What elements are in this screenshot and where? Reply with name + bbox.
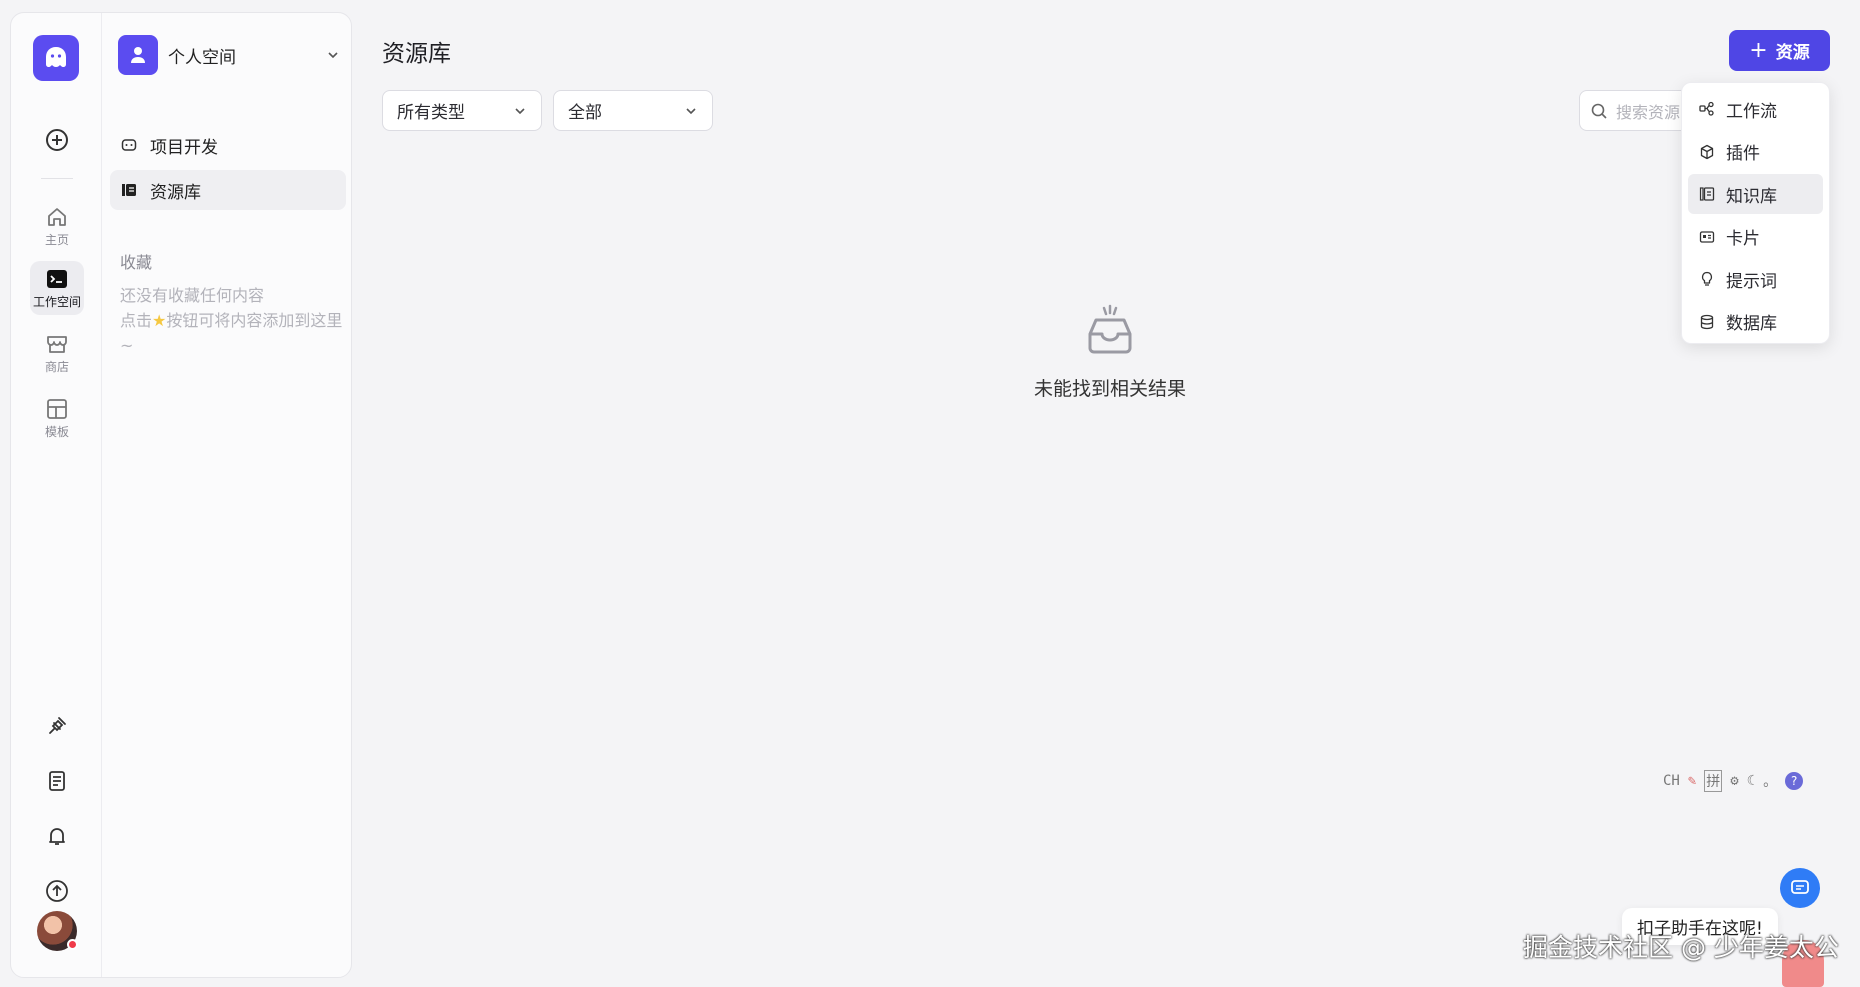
menu-item-label: 工作流 <box>1726 101 1777 122</box>
empty-state: 未能找到相关结果 <box>1010 304 1210 401</box>
menu-item-prompt[interactable]: 提示词 <box>1688 259 1823 299</box>
ime-punct-icon[interactable]: 。 <box>1763 771 1777 791</box>
watermark: 掘金技术社区 @ 少年姜太公 <box>1523 933 1839 962</box>
rail-templates-label: 模板 <box>44 424 69 439</box>
chevron-down-icon <box>328 52 338 59</box>
resource-type-menu: 工作流 插件 知识库 卡片 提示词 数据库 <box>1681 82 1830 344</box>
empty-state-text: 未能找到相关结果 <box>1033 378 1186 400</box>
rail-templates[interactable]: 模板 <box>30 391 84 445</box>
database-icon <box>1698 313 1716 331</box>
ime-pinyin[interactable]: 拼 <box>1704 770 1723 792</box>
search-placeholder: 搜索资源 <box>1616 102 1681 122</box>
terminal-icon <box>47 269 67 288</box>
favorites-empty-line1: 还没有收藏任何内容 <box>120 286 265 305</box>
person-icon <box>131 47 145 63</box>
plugin-link-icon[interactable] <box>40 709 74 743</box>
prompt-icon <box>1698 270 1716 288</box>
type-filter-select[interactable]: 所有类型 <box>382 90 542 131</box>
notification-dot <box>67 939 78 950</box>
chat-assistant-button[interactable] <box>1780 868 1820 908</box>
plus-icon: + <box>1749 37 1768 63</box>
ime-moon-icon[interactable]: ☾ <box>1747 773 1755 789</box>
add-resource-label: 资源 <box>1775 43 1810 63</box>
sidebar-item-label: 资源库 <box>150 182 201 203</box>
rail-workspace[interactable]: 工作空间 <box>30 261 84 315</box>
menu-item-knowledge[interactable]: 知识库 <box>1688 174 1823 214</box>
menu-item-label: 插件 <box>1726 144 1760 164</box>
menu-item-label: 数据库 <box>1726 314 1777 334</box>
plugin-icon <box>1698 143 1716 161</box>
menu-item-card[interactable]: 卡片 <box>1688 217 1823 257</box>
star-icon: ★ <box>152 311 167 330</box>
rail-workspace-label: 工作空间 <box>32 294 81 309</box>
menu-item-label: 知识库 <box>1726 186 1777 207</box>
knowledge-icon <box>1698 185 1716 203</box>
document-icon[interactable] <box>40 764 74 798</box>
ime-pen-icon[interactable]: ✎ <box>1688 773 1696 789</box>
bell-icon[interactable] <box>40 819 74 853</box>
home-icon <box>48 207 66 226</box>
upload-icon[interactable] <box>40 874 74 908</box>
rail-store[interactable]: 商店 <box>30 326 84 380</box>
ime-settings-icon[interactable]: ⚙ <box>1730 773 1738 789</box>
menu-item-label: 卡片 <box>1726 229 1760 249</box>
workflow-icon <box>1698 100 1716 118</box>
menu-item-database[interactable]: 数据库 <box>1688 302 1823 342</box>
chat-icon <box>1791 880 1809 894</box>
favorites-empty-line2: 点击★按钮可将内容添加到这里~ <box>120 308 345 358</box>
app-shell: 主页 工作空间 商店 模板 个人空间 项目开发 资源库 收藏 还没有收藏任何内容… <box>10 12 352 978</box>
chevron-down-icon <box>686 107 696 114</box>
ime-mode[interactable]: CH <box>1663 773 1680 789</box>
empty-inbox-icon <box>1088 304 1132 354</box>
favorites-empty: 还没有收藏任何内容 点击★按钮可将内容添加到这里~ <box>120 283 345 358</box>
search-icon <box>1591 103 1607 119</box>
page-title: 资源库 <box>382 41 451 67</box>
template-icon <box>47 398 67 419</box>
add-resource-button[interactable]: + 资源 <box>1729 30 1830 71</box>
logo-icon <box>46 47 66 67</box>
sidebar-item-library[interactable]: 资源库 <box>110 170 346 210</box>
menu-item-label: 提示词 <box>1726 271 1777 292</box>
favorites-hint-pre: 点击 <box>120 311 153 330</box>
favorites-title: 收藏 <box>120 253 153 272</box>
sidebar-item-label: 项目开发 <box>150 137 218 158</box>
user-avatar[interactable] <box>37 911 78 951</box>
scope-filter-value: 全部 <box>568 103 602 123</box>
app-logo[interactable] <box>33 35 79 81</box>
scope-filter-select[interactable]: 全部 <box>553 90 713 131</box>
library-icon <box>120 181 138 199</box>
space-avatar <box>118 35 158 75</box>
left-rail: 主页 工作空间 商店 模板 <box>11 13 102 977</box>
workspace-sidebar: 个人空间 项目开发 资源库 收藏 还没有收藏任何内容 点击★按钮可将内容添加到这… <box>102 13 351 977</box>
space-selector[interactable]: 个人空间 <box>118 33 340 77</box>
chevron-down-icon <box>515 107 525 114</box>
rail-store-label: 商店 <box>44 359 69 374</box>
menu-item-plugin[interactable]: 插件 <box>1688 132 1823 172</box>
space-name: 个人空间 <box>168 47 236 68</box>
type-filter-value: 所有类型 <box>397 103 465 123</box>
rail-home[interactable]: 主页 <box>30 199 84 253</box>
create-icon[interactable] <box>40 123 74 157</box>
sidebar-item-projects[interactable]: 项目开发 <box>110 125 346 165</box>
card-icon <box>1698 228 1716 246</box>
store-icon <box>47 335 67 353</box>
ime-toolbar: CH ✎ 拼 ⚙ ☾ 。 ? <box>1663 768 1804 794</box>
help-icon[interactable]: ? <box>1785 772 1804 790</box>
rail-home-label: 主页 <box>44 232 69 247</box>
project-icon <box>120 136 138 154</box>
menu-item-workflow[interactable]: 工作流 <box>1688 89 1823 129</box>
